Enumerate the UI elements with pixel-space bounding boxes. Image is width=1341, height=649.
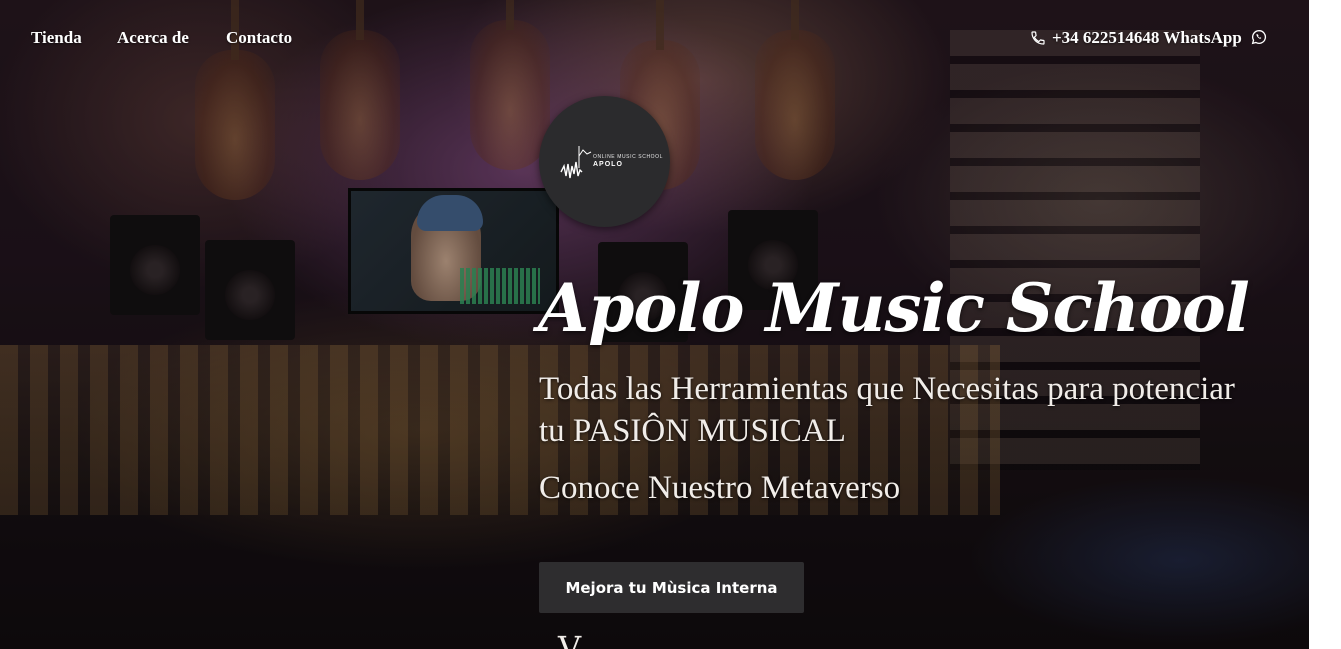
cutoff-heading: V	[558, 629, 582, 649]
metaverse-heading: Conoce Nuestro Metaverso	[539, 470, 901, 506]
soundwave-logo-icon	[560, 146, 592, 179]
phone-text: +34 622514648 WhatsApp	[1052, 28, 1242, 47]
cta-button[interactable]: Mejora tu Mùsica Interna	[539, 562, 804, 613]
whatsapp-icon[interactable]	[1251, 29, 1267, 45]
nav-link-contacto[interactable]: Contacto	[226, 28, 292, 48]
page: Tienda Acerca de Contacto +34 622514648 …	[0, 0, 1341, 649]
page-gutter	[1309, 0, 1341, 649]
phone-icon	[1031, 31, 1045, 45]
hero-title: Apolo Music School	[538, 269, 1250, 347]
hero-subtitle: Todas las Herramientas que Necesitas par…	[539, 371, 1235, 449]
nav-link-tienda[interactable]: Tienda	[31, 28, 82, 48]
phone-contact-link[interactable]: +34 622514648 WhatsApp	[1030, 28, 1242, 48]
logo-tagline: ONLINE MUSIC SCHOOL	[593, 154, 664, 160]
nav-link-acerca-de[interactable]: Acerca de	[117, 28, 189, 48]
logo-brand: APOLO	[593, 161, 623, 168]
school-logo[interactable]: ONLINE MUSIC SCHOOL APOLO	[539, 96, 670, 227]
hero-section: Tienda Acerca de Contacto +34 622514648 …	[0, 0, 1309, 649]
top-navigation: Tienda Acerca de Contacto +34 622514648 …	[0, 0, 1309, 78]
